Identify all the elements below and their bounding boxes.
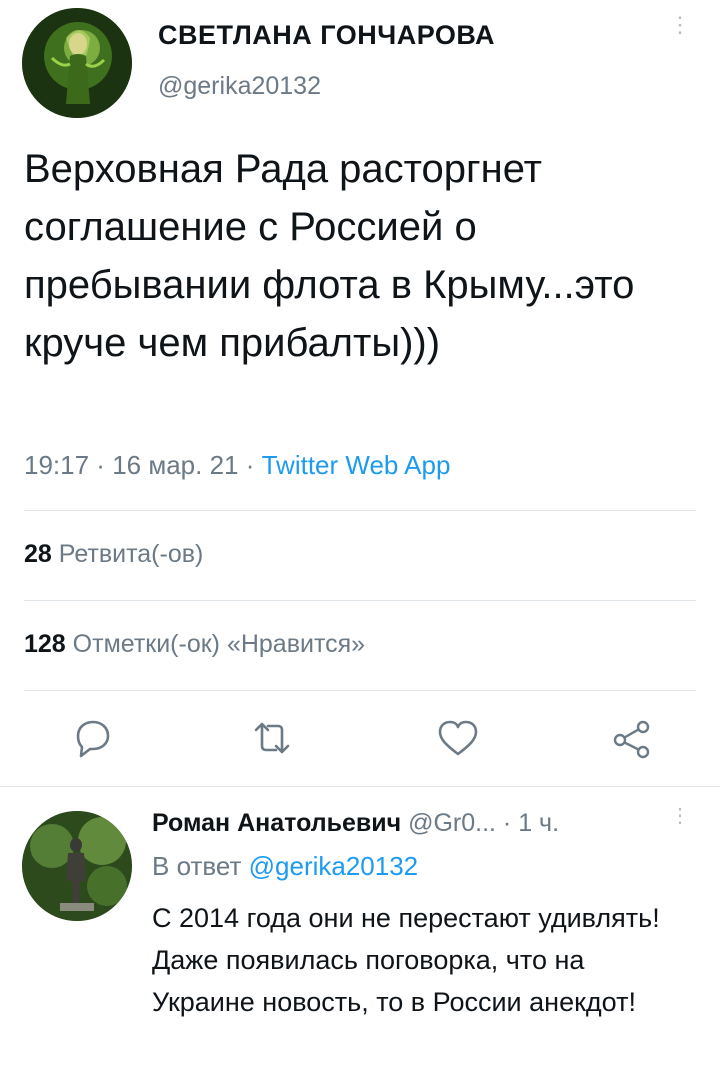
tweet-meta: 19:17 · 16 мар. 21 · Twitter Web App xyxy=(24,450,450,481)
likes-stat[interactable]: 128 Отметки(-ок) «Нравится» xyxy=(24,630,365,659)
retweets-stat[interactable]: 28 Ретвита(-ов) xyxy=(24,540,203,569)
likes-label: Отметки(-ок) «Нравится» xyxy=(72,630,366,658)
divider xyxy=(24,600,696,601)
reply-to-mention[interactable]: @gerika20132 xyxy=(249,851,419,881)
likes-count: 128 xyxy=(24,630,66,658)
retweet-icon[interactable] xyxy=(246,712,298,764)
author-handle[interactable]: @gerika20132 xyxy=(158,72,321,101)
like-icon[interactable] xyxy=(432,712,484,764)
tweet-source-link[interactable]: Twitter Web App xyxy=(262,450,451,480)
tweet-text: Верховная Рада расторгнет соглашение с Р… xyxy=(24,147,635,365)
reply-author-name[interactable]: Роман Анатольевич xyxy=(152,809,401,837)
action-bar xyxy=(0,712,720,768)
author-name[interactable]: СВЕТЛАНА ГОНЧАРОВА xyxy=(158,20,495,51)
reply-time-separator: · xyxy=(495,809,519,837)
tweet-date: 16 мар. 21 xyxy=(112,450,239,480)
reply-author-avatar[interactable] xyxy=(22,811,132,921)
share-icon[interactable] xyxy=(606,712,658,764)
reply-more-options-icon[interactable]: ⋮ xyxy=(668,806,692,847)
reply-header: Роман Анатольевич @Gr0... · 1 ч. xyxy=(152,809,559,838)
meta-separator: · xyxy=(238,450,262,480)
tweet-time: 19:17 xyxy=(24,450,90,480)
author-avatar[interactable] xyxy=(22,8,132,118)
divider xyxy=(24,510,696,511)
reply-to-label: В ответ xyxy=(152,851,242,881)
reply-text: С 2014 года они не перестают удивлять! Д… xyxy=(152,903,660,1017)
reply-author-handle[interactable]: @Gr0... xyxy=(408,809,496,837)
reply-time: 1 ч. xyxy=(518,809,560,837)
reply-tweet[interactable]: Роман Анатольевич @Gr0... · 1 ч. ⋮ В отв… xyxy=(0,787,720,1080)
reply-icon[interactable] xyxy=(66,712,118,764)
retweets-label: Ретвита(-ов) xyxy=(58,540,204,568)
meta-separator: · xyxy=(89,450,113,480)
more-options-icon[interactable]: ⋮ xyxy=(668,14,692,56)
retweets-count: 28 xyxy=(24,540,52,568)
divider xyxy=(24,690,696,691)
reply-to-line: В ответ @gerika20132 xyxy=(152,851,418,882)
main-tweet: СВЕТЛАНА ГОНЧАРОВА @gerika20132 ⋮ Верхов… xyxy=(0,0,720,786)
